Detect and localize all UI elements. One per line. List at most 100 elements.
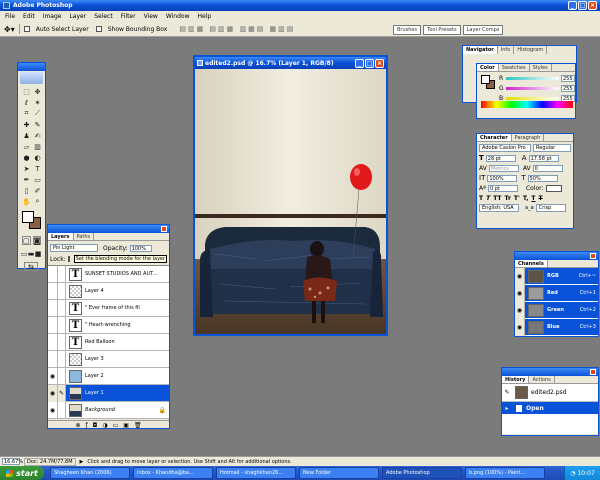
tray-icon[interactable]: ◔	[570, 470, 575, 477]
move-tool-preset-icon[interactable]: ✥▾	[4, 25, 15, 34]
bounding-box-checkbox[interactable]	[95, 26, 102, 32]
font-size-field[interactable]: 28 pt	[485, 154, 516, 162]
blend-mode-select[interactable]: Pin Light	[50, 244, 98, 252]
visibility-eye-icon[interactable]: ◉	[48, 367, 58, 385]
tab-styles[interactable]: Styles	[530, 64, 552, 71]
visibility-eye-icon[interactable]	[48, 350, 58, 368]
tab-layers[interactable]: Layers	[48, 233, 74, 240]
channel-red[interactable]: ◉ Red Ctrl+1	[515, 284, 598, 302]
dodge-tool-icon[interactable]: ◐	[33, 153, 42, 162]
layer-link-slot[interactable]	[58, 401, 66, 419]
task-button[interactable]: New Folder	[299, 467, 379, 479]
visibility-eye-icon[interactable]	[48, 299, 58, 317]
lasso-tool-icon[interactable]: ℓ	[22, 98, 31, 107]
eraser-tool-icon[interactable]: ▱	[22, 142, 31, 151]
menu-view[interactable]: View	[144, 13, 158, 20]
horizontal-scale-field[interactable]: 50%	[527, 174, 558, 182]
adjustment-layer-icon[interactable]: ◑	[102, 422, 107, 429]
layer-link-slot[interactable]	[58, 299, 66, 317]
well-tab-tool-presets[interactable]: Tool Presets	[423, 25, 461, 35]
visibility-eye-icon[interactable]	[48, 282, 58, 300]
shape-tool-icon[interactable]: ▭	[33, 175, 42, 184]
layer-link-slot[interactable]	[58, 316, 66, 334]
history-snapshot[interactable]: ✎ edited2.psd	[502, 384, 598, 402]
all-caps-button[interactable]: TT	[493, 195, 501, 202]
baseline-field[interactable]: 0 pt	[487, 184, 518, 192]
tab-actions[interactable]: Actions	[529, 376, 555, 383]
lock-transparency-checkbox[interactable]	[67, 256, 70, 262]
slider-r-value[interactable]: 255	[561, 74, 575, 82]
visibility-eye-icon[interactable]: ◉	[515, 301, 525, 319]
layer-row[interactable]: ◉ Layer 2	[48, 367, 169, 385]
slider-r-track[interactable]	[506, 76, 559, 80]
doc-maximize-button[interactable]: □	[365, 58, 374, 68]
channel-blue[interactable]: ◉ Blue Ctrl+3	[515, 318, 598, 336]
opacity-field[interactable]: 100%	[129, 244, 152, 252]
notes-tool-icon[interactable]: ▯	[22, 186, 31, 195]
status-arrow-icon[interactable]: ▶	[80, 459, 84, 465]
menu-filter[interactable]: Filter	[121, 13, 136, 20]
layer-row[interactable]: ◉ Background 🔒	[48, 401, 169, 419]
new-group-icon[interactable]: ▭	[113, 422, 119, 429]
visibility-eye-icon[interactable]: ◉	[515, 267, 525, 285]
channel-green[interactable]: ◉ Green Ctrl+2	[515, 301, 598, 319]
slider-b-track[interactable]	[506, 96, 559, 100]
vertical-scale-field[interactable]: 100%	[487, 174, 518, 182]
tab-history[interactable]: History	[502, 376, 530, 383]
task-button[interactable]: Hotmail - shaghkhan26...	[216, 467, 296, 479]
layer-row[interactable]: T SUNSET STUDIOS AND AUT...	[48, 266, 169, 283]
slider-g-value[interactable]: 255	[561, 84, 575, 92]
visibility-eye-icon[interactable]: ◉	[48, 401, 58, 419]
visibility-eye-icon[interactable]: ◉	[515, 318, 525, 336]
layer-style-icon[interactable]: ƒ	[85, 422, 87, 429]
tab-character[interactable]: Character	[477, 134, 512, 141]
kerning-field[interactable]: Metrics	[488, 164, 519, 172]
menu-image[interactable]: Image	[43, 13, 62, 20]
standard-mode-icon[interactable]: ▢	[22, 236, 31, 245]
history-close-icon[interactable]	[590, 369, 596, 375]
close-button[interactable]: ×	[588, 1, 597, 10]
move-tool-icon[interactable]: ✥	[33, 87, 42, 96]
tab-paths[interactable]: Paths	[74, 233, 95, 240]
menu-select[interactable]: Select	[94, 13, 113, 20]
tab-swatches[interactable]: Swatches	[499, 64, 530, 71]
font-family-select[interactable]: Adobe Caslon Pro	[479, 144, 531, 152]
layer-row[interactable]: Layer 3	[48, 350, 169, 368]
pen-tool-icon[interactable]: ✒	[22, 175, 31, 184]
history-state-open[interactable]: ▸ Open	[502, 402, 598, 414]
tab-paragraph[interactable]: Paragraph	[512, 134, 545, 141]
new-layer-icon[interactable]: ▣	[123, 422, 129, 429]
layer-link-slot[interactable]	[58, 350, 66, 368]
menu-window[interactable]: Window	[166, 13, 190, 20]
clone-stamp-tool-icon[interactable]: ♟	[22, 131, 31, 140]
strikethrough-button[interactable]: T	[538, 195, 542, 202]
task-button[interactable]: Shagheen Khan (2006)	[50, 467, 130, 479]
menu-help[interactable]: Help	[198, 13, 212, 20]
eyedropper-tool-icon[interactable]: ✐	[33, 186, 42, 195]
path-selection-tool-icon[interactable]: ➤	[22, 164, 31, 173]
language-select[interactable]: English: USA	[479, 204, 519, 212]
small-caps-button[interactable]: Tr	[505, 195, 511, 202]
jump-to-imageready-icon[interactable]: ⇆	[24, 262, 38, 271]
color-fg-swatch[interactable]	[481, 75, 490, 84]
visibility-eye-icon[interactable]	[48, 316, 58, 334]
tab-info[interactable]: Info	[498, 46, 515, 54]
brush-tool-icon[interactable]: ✎	[33, 120, 42, 129]
gradient-tool-icon[interactable]: ▥	[33, 142, 42, 151]
leading-field[interactable]: 17.58 pt	[528, 154, 559, 162]
layer-link-slot[interactable]	[58, 282, 66, 300]
tab-channels[interactable]: Channels	[515, 260, 548, 267]
text-color-swatch[interactable]	[545, 184, 562, 192]
zoom-field[interactable]: 16.67%	[2, 458, 23, 465]
menu-file[interactable]: File	[5, 13, 15, 20]
slice-tool-icon[interactable]: ⟋	[33, 109, 42, 118]
crop-tool-icon[interactable]: ⌗	[22, 109, 31, 118]
layer-link-slot[interactable]	[58, 266, 66, 283]
canvas[interactable]	[195, 69, 386, 334]
faux-bold-button[interactable]: T	[479, 195, 483, 202]
minimize-button[interactable]: _	[568, 1, 577, 10]
layer-link-slot[interactable]	[58, 367, 66, 385]
superscript-button[interactable]: T'	[514, 195, 520, 202]
tab-navigator[interactable]: Navigator	[463, 46, 498, 54]
subscript-button[interactable]: T,	[523, 195, 529, 202]
